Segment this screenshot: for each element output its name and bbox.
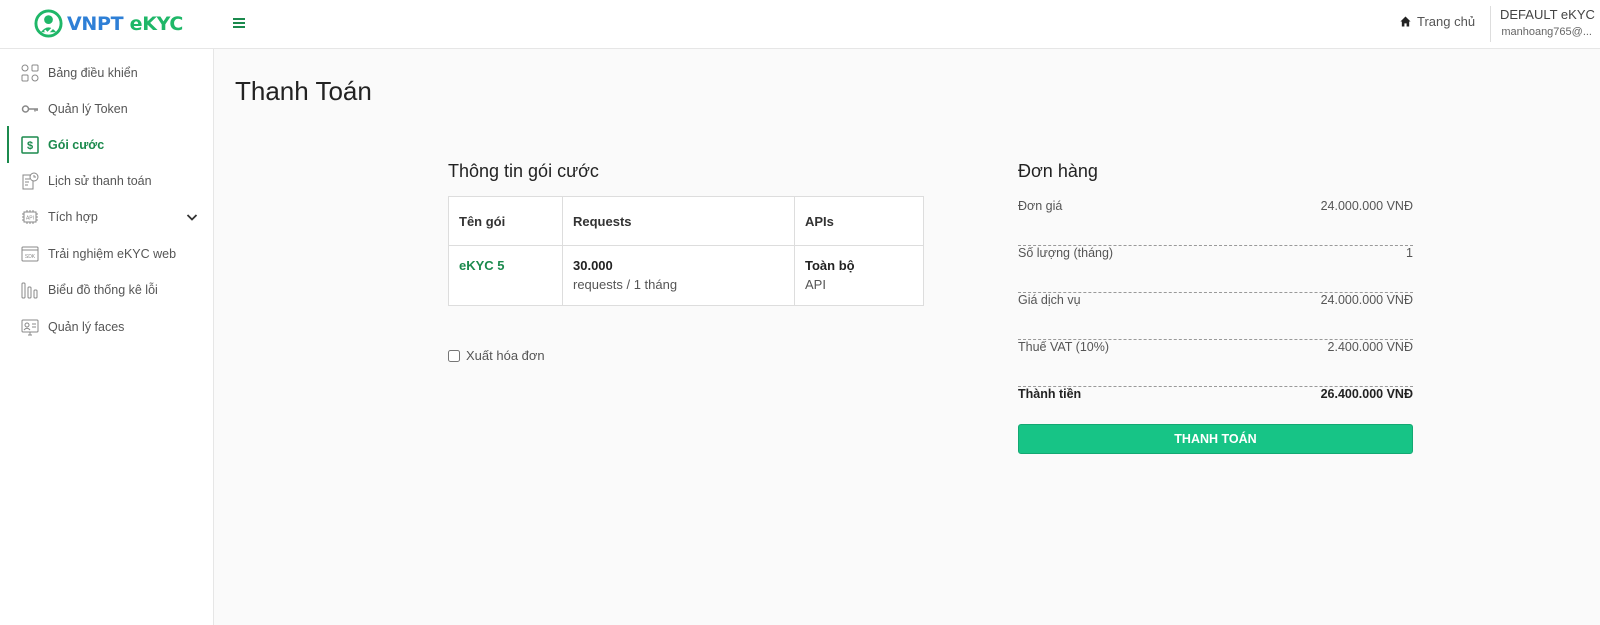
column-header: APIs	[794, 196, 924, 246]
table-row: eKYC 5 30.000 requests / 1 tháng Toàn bộ…	[448, 245, 924, 306]
sidebar-item-dashboard[interactable]: Bảng điều khiển	[0, 57, 213, 89]
requests-unit: requests / 1 tháng	[573, 277, 678, 292]
package-info-title: Thông tin gói cước	[448, 161, 599, 181]
sidebar-item-label: Quản lý Token	[48, 102, 128, 116]
order-total-value: 26.400.000 VNĐ	[1320, 387, 1413, 401]
order-row-value: 2.400.000 VNĐ	[1327, 340, 1413, 354]
order-row-unit-price: Đơn giá 24.000.000 VNĐ	[1018, 199, 1413, 246]
brand-name-part1: VNPT	[67, 12, 124, 35]
package-name-cell: eKYC 5	[448, 245, 563, 306]
page-title: Thanh Toán	[235, 76, 372, 106]
package-name: eKYC 5	[459, 258, 505, 273]
user-name: DEFAULT eKYC	[1500, 7, 1595, 22]
key-icon	[21, 100, 39, 118]
dollar-icon: $	[21, 136, 39, 154]
svg-text:SDK: SDK	[25, 254, 36, 260]
requests-cell: 30.000 requests / 1 tháng	[562, 245, 795, 306]
order-row-label: Số lượng (tháng)	[1018, 246, 1114, 260]
header-divider	[1490, 6, 1491, 42]
sidebar-item-faces[interactable]: Quản lý faces	[0, 311, 213, 343]
sidebar-item-label: Bảng điều khiển	[48, 66, 138, 80]
order-row-label: Đơn giá	[1018, 199, 1063, 213]
svg-text:API: API	[26, 216, 34, 222]
brand-name-part2: eKYC	[129, 12, 184, 35]
dashboard-icon	[21, 64, 39, 82]
order-row-vat: Thuế VAT (10%) 2.400.000 VNĐ	[1018, 340, 1413, 387]
brand-logo[interactable]: VNPT eKYC	[34, 9, 183, 38]
sidebar-item-label: Biểu đồ thống kê lỗi	[48, 283, 158, 297]
order-total-label: Thành tiền	[1018, 387, 1082, 401]
user-menu[interactable]: DEFAULT eKYC manhoang765@...	[1500, 7, 1595, 38]
sidebar-item-label: Lịch sử thanh toán	[48, 174, 152, 188]
face-id-icon	[21, 318, 39, 336]
order-title: Đơn hàng	[1018, 161, 1098, 181]
svg-text:$: $	[27, 140, 33, 152]
sidebar-item-label: Tích hợp	[48, 210, 98, 224]
sidebar-item-error-chart[interactable]: Biểu đồ thống kê lỗi	[0, 274, 213, 306]
sidebar-item-ekyc-web-demo[interactable]: SDK Trải nghiệm eKYC web	[0, 238, 213, 270]
hamburger-menu-icon[interactable]	[232, 16, 246, 30]
bar-chart-icon	[21, 281, 39, 299]
pay-button[interactable]: THANH TOÁN	[1018, 424, 1413, 454]
order-row-value: 1	[1406, 246, 1413, 260]
order-row-quantity: Số lượng (tháng) 1	[1018, 246, 1413, 293]
sidebar-item-packages[interactable]: $ Gói cước	[0, 126, 213, 163]
user-email: manhoang765@...	[1501, 26, 1592, 38]
sidebar: Bảng điều khiển Quản lý Token $ Gói cước…	[0, 49, 214, 625]
order-row-value: 24.000.000 VNĐ	[1320, 293, 1413, 307]
home-link-label: Trang chủ	[1417, 14, 1476, 29]
sidebar-item-token[interactable]: Quản lý Token	[0, 93, 213, 125]
apis-unit: API	[805, 277, 826, 292]
sidebar-item-label: Quản lý faces	[48, 320, 125, 334]
sidebar-item-integration[interactable]: API Tích hợp	[0, 201, 213, 233]
package-table: Tên gói Requests APIs eKYC 5 30.000 requ…	[448, 196, 924, 306]
sdk-icon: SDK	[21, 245, 39, 263]
column-header: Tên gói	[448, 196, 563, 246]
apis-cell: Toàn bộ API	[794, 245, 924, 306]
history-icon	[21, 172, 39, 190]
table-header-row: Tên gói Requests APIs	[448, 196, 924, 246]
invoice-option[interactable]: Xuất hóa đơn	[448, 348, 545, 363]
invoice-label: Xuất hóa đơn	[466, 348, 545, 363]
home-icon	[1400, 16, 1411, 27]
order-row-value: 24.000.000 VNĐ	[1320, 199, 1413, 213]
invoice-checkbox[interactable]	[448, 349, 460, 362]
logo-icon	[34, 9, 63, 38]
sidebar-item-label: Trải nghiệm eKYC web	[48, 247, 177, 261]
order-row-label: Thuế VAT (10%)	[1018, 340, 1110, 354]
api-icon: API	[21, 208, 39, 226]
column-header: Requests	[562, 196, 795, 246]
order-row-label: Giá dịch vụ	[1018, 293, 1081, 307]
top-navbar: VNPT eKYC Trang chủ DEFAULT eKYC manhoan…	[0, 0, 1600, 49]
chevron-down-icon[interactable]	[186, 211, 198, 223]
sidebar-item-payment-history[interactable]: Lịch sử thanh toán	[0, 165, 213, 197]
order-row-service-price: Giá dịch vụ 24.000.000 VNĐ	[1018, 293, 1413, 340]
sidebar-item-label: Gói cước	[48, 138, 105, 152]
apis-value: Toàn bộ	[805, 258, 855, 273]
home-link[interactable]: Trang chủ	[1400, 14, 1475, 29]
requests-value: 30.000	[573, 258, 613, 273]
